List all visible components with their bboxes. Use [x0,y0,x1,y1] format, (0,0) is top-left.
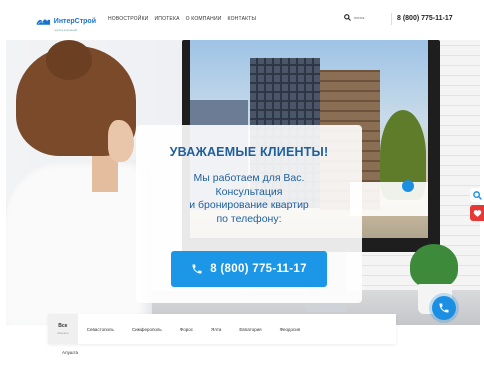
search-icon[interactable] [344,14,351,21]
site-header: ИнтерСтрой группа компаний НОВОСТРОЙКИ И… [0,0,484,40]
callback-fab[interactable] [432,296,456,320]
header-divider [391,13,392,25]
nav-item-ipoteka[interactable]: ИПОТЕКА [154,16,179,22]
notice-card: УВАЖАЕМЫЕ КЛИЕНТЫ! Мы работаем для Вас. … [136,125,362,303]
logo-text-group: ИнтерСтрой группа компаний [54,10,96,32]
heart-icon [473,209,481,217]
notice-text: Мы работаем для Вас. Консультация и брон… [189,172,309,225]
tab-feodosia[interactable]: Феодосия [271,314,310,344]
search-box [344,14,376,21]
tab-alushta[interactable]: Алушта [62,350,78,355]
nav-item-about[interactable]: О КОМПАНИИ [186,16,222,22]
phone-icon [439,303,449,313]
tab-sevastopol[interactable]: Севастополь [78,314,123,344]
woman-hair-bun [46,40,92,80]
logo-mark-icon [36,19,51,25]
header-phone[interactable]: 8 (800) 775-11-17 [397,15,453,22]
search-input[interactable] [354,14,376,21]
search-icon [472,190,482,200]
call-button[interactable]: 8 (800) 775-11-17 [171,251,327,287]
tab-foros[interactable]: Форос [171,314,202,344]
nav-item-novostroyki[interactable]: НОВОСТРОЙКИ [108,16,148,22]
nav-item-contacts[interactable]: КОНТАКТЫ [228,16,257,22]
tab-all[interactable]: Все объекты [48,314,78,344]
city-tabs: Все объекты Севастополь Симферополь Форо… [48,314,396,344]
logo-subtitle: группа компаний [53,28,78,32]
call-button-label: 8 (800) 775-11-17 [210,263,307,275]
plant [410,244,458,288]
main-nav: НОВОСТРОЙКИ ИПОТЕКА О КОМПАНИИ КОНТАКТЫ [108,16,256,22]
phone-icon [192,264,202,274]
notice-title: УВАЖАЕМЫЕ КЛИЕНТЫ! [169,145,329,159]
screen-phone-icon [402,180,414,192]
tab-evpatoria[interactable]: Евпатория [230,314,270,344]
side-favorites-button[interactable] [470,205,484,221]
tab-label: Все [58,323,68,329]
tab-sublabel: объекты [57,331,69,335]
woman-shirt [6,160,152,325]
logo[interactable]: ИнтерСтрой группа компаний [36,10,96,32]
woman-face [108,120,134,162]
tab-simferopol[interactable]: Симферополь [123,314,171,344]
logo-text: ИнтерСтрой [53,18,96,25]
side-search-button[interactable] [470,188,484,202]
tab-yalta[interactable]: Ялта [202,314,230,344]
